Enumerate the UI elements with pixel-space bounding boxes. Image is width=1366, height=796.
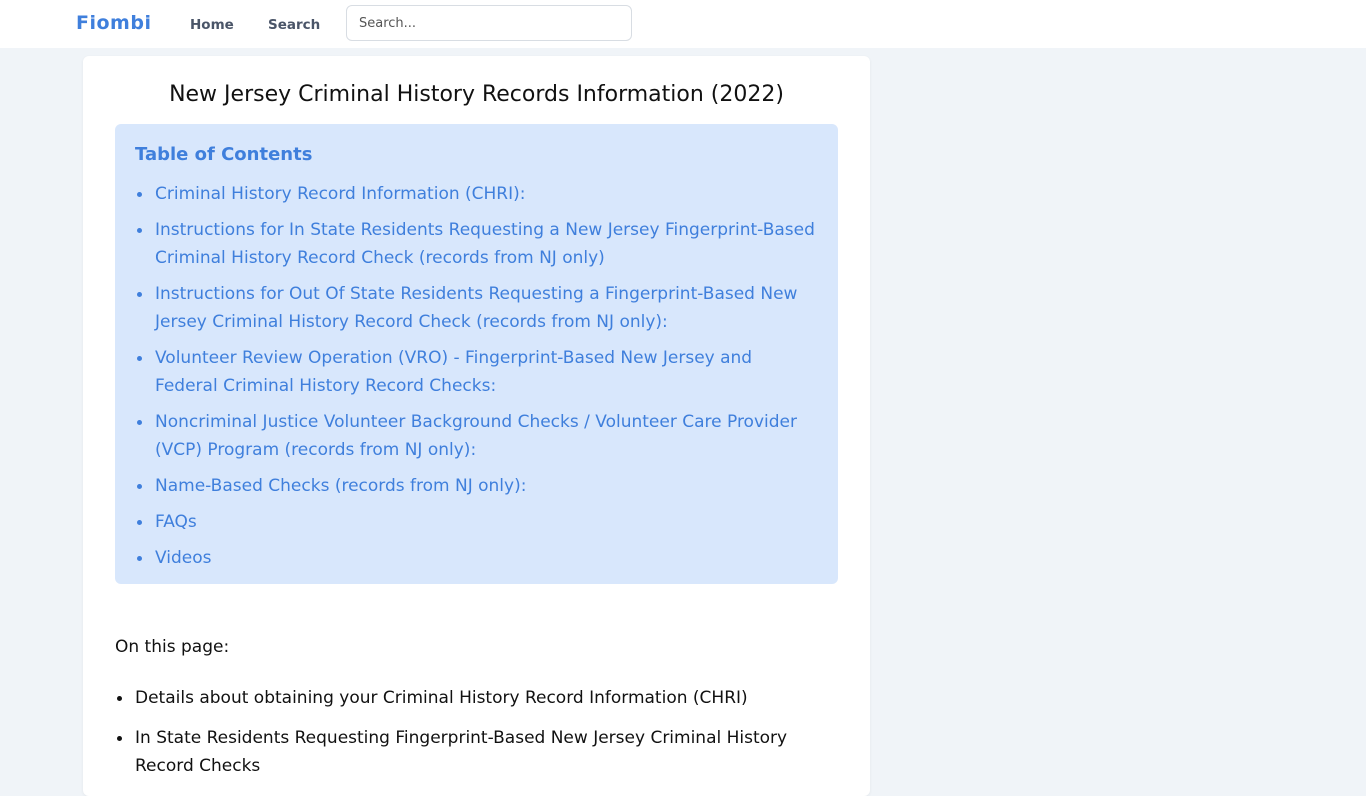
site-logo[interactable]: Fiombi	[76, 12, 151, 34]
toc-item[interactable]: Instructions for Out Of State Residents …	[135, 280, 815, 336]
article-card: New Jersey Criminal History Records Info…	[83, 56, 870, 796]
search-input[interactable]	[346, 5, 632, 41]
on-this-page-list: Details about obtaining your Criminal Hi…	[115, 684, 815, 792]
toc-link[interactable]: Name-Based Checks (records from NJ only)…	[155, 476, 526, 496]
nav-search-link[interactable]: Search	[268, 17, 320, 33]
toc-link[interactable]: Volunteer Review Operation (VRO) - Finge…	[155, 348, 752, 396]
page-title: New Jersey Criminal History Records Info…	[169, 82, 784, 107]
nav-home-link[interactable]: Home	[190, 17, 234, 33]
on-this-page-label: On this page:	[115, 637, 230, 657]
toc-link[interactable]: Videos	[155, 548, 212, 568]
toc-heading: Table of Contents	[135, 144, 313, 165]
toc-link[interactable]: FAQs	[155, 512, 197, 532]
toc-link[interactable]: Instructions for In State Residents Requ…	[155, 220, 815, 268]
list-item: Details about obtaining your Criminal Hi…	[115, 684, 815, 712]
toc-link[interactable]: Noncriminal Justice Volunteer Background…	[155, 412, 797, 460]
toc-item[interactable]: Name-Based Checks (records from NJ only)…	[135, 472, 815, 500]
top-navigation-bar: Fiombi Home Search	[0, 0, 1366, 48]
toc-item[interactable]: FAQs	[135, 508, 815, 536]
toc-item[interactable]: Instructions for In State Residents Requ…	[135, 216, 815, 272]
toc-item[interactable]: Noncriminal Justice Volunteer Background…	[135, 408, 815, 464]
toc-item[interactable]: Criminal History Record Information (CHR…	[135, 180, 815, 208]
toc-list: Criminal History Record Information (CHR…	[135, 180, 815, 580]
list-item: In State Residents Requesting Fingerprin…	[115, 724, 815, 780]
table-of-contents: Table of Contents Criminal History Recor…	[115, 124, 838, 584]
toc-link[interactable]: Instructions for Out Of State Residents …	[155, 284, 797, 332]
toc-link[interactable]: Criminal History Record Information (CHR…	[155, 184, 526, 204]
toc-item[interactable]: Videos	[135, 544, 815, 572]
toc-item[interactable]: Volunteer Review Operation (VRO) - Finge…	[135, 344, 815, 400]
